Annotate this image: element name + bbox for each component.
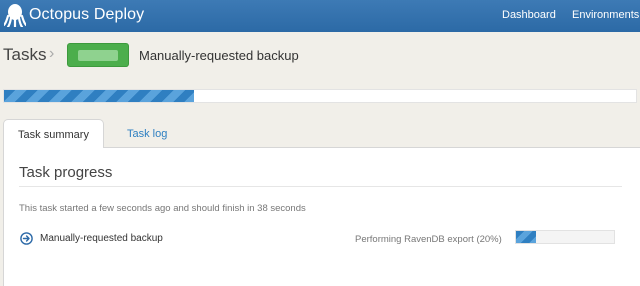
step-status-text: Performing RavenDB export (20%) xyxy=(355,234,502,245)
task-progress-message: This task started a few seconds ago and … xyxy=(19,203,306,214)
app-title[interactable]: Octopus Deploy xyxy=(29,6,144,24)
tab-task-summary[interactable]: Task summary xyxy=(3,119,104,148)
breadcrumb-separator-icon: › xyxy=(49,45,55,62)
task-overall-progress-fill xyxy=(4,90,194,102)
breadcrumb-tasks-link[interactable]: Tasks xyxy=(3,45,46,65)
nav-dashboard-link[interactable]: Dashboard xyxy=(502,9,556,21)
section-title: Task progress xyxy=(19,164,113,181)
task-summary-panel: Task progress This task started a few se… xyxy=(3,147,640,286)
step-progress-bar xyxy=(515,230,615,244)
octopus-icon[interactable] xyxy=(4,3,26,27)
task-overall-progress-bar xyxy=(3,89,637,103)
page-title: Manually-requested backup xyxy=(139,48,299,63)
task-status-badge xyxy=(67,43,129,67)
nav-environments-link[interactable]: Environments xyxy=(572,9,639,21)
step-progress-fill xyxy=(516,231,536,243)
circle-arrow-right-icon[interactable] xyxy=(20,232,33,245)
top-navigation-bar: Octopus Deploy Dashboard Environments xyxy=(0,0,640,32)
section-divider xyxy=(19,186,622,187)
step-name-link[interactable]: Manually-requested backup xyxy=(40,233,163,244)
tab-task-log[interactable]: Task log xyxy=(127,119,187,148)
page-header: Tasks › Manually-requested backup xyxy=(0,32,640,80)
status-badge-inner xyxy=(78,50,118,61)
